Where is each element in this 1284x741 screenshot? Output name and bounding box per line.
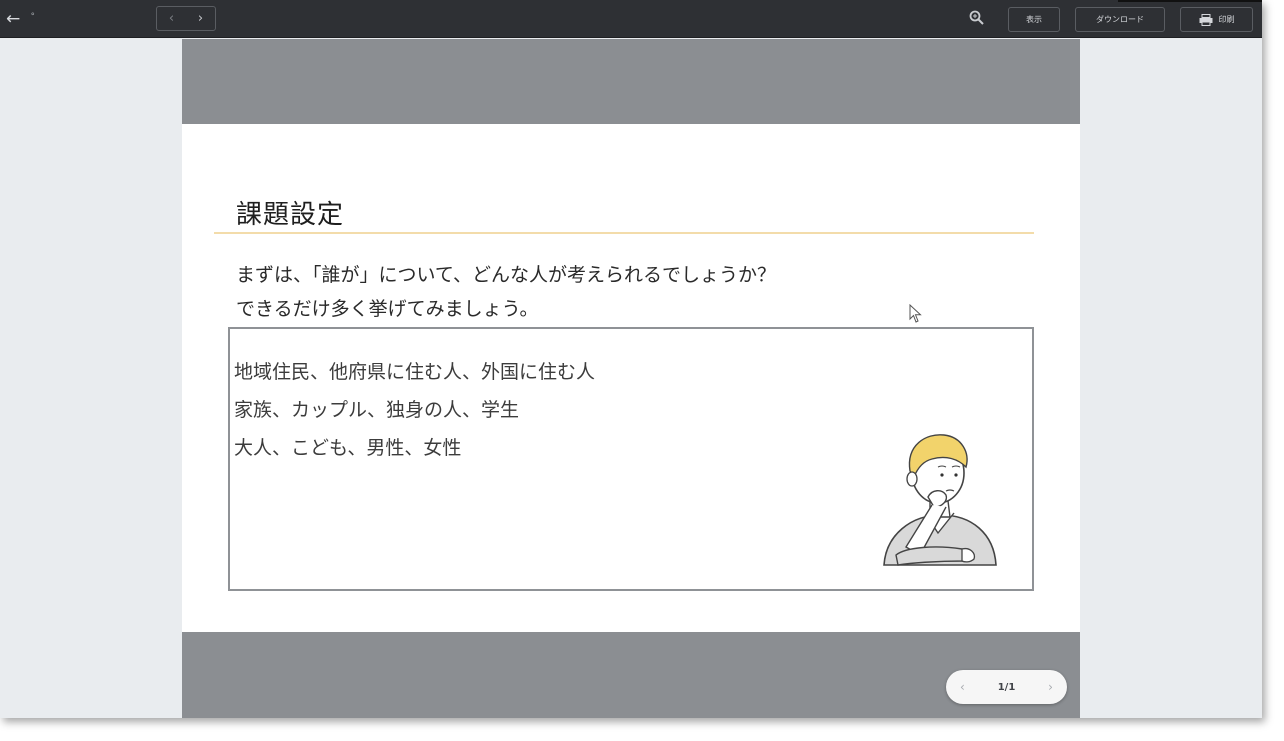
answer-box: 地域住民、他府県に住む人、外国に住む人 家族、カップル、独身の人、学生 大人、こ…	[228, 327, 1034, 591]
question-line-1: まずは、「誰が」について、どんな人が考えられるでしょうか？	[236, 264, 776, 286]
toolbar-edge	[1118, 0, 1262, 2]
question-line-2: できるだけ多く挙げてみましょう。	[236, 298, 539, 320]
answer-list: 地域住民、他府県に住む人、外国に住む人 家族、カップル、独身の人、学生 大人、こ…	[234, 353, 595, 467]
back-arrow-icon: ←	[6, 9, 21, 29]
page-number: 1/1	[997, 681, 1016, 693]
mouse-cursor-icon	[909, 304, 922, 323]
zoom-button[interactable]	[968, 9, 986, 27]
slide-title: 課題設定	[236, 200, 345, 230]
viewer-window: ← ˚ ‹ › 表示 ダウンロード 印刷 課題設定 まずは、「誰が」について、ど…	[0, 0, 1262, 718]
prev-page-button[interactable]: ‹	[169, 7, 174, 30]
show-button[interactable]: 表示	[1008, 7, 1060, 32]
thinking-person-illustration	[883, 434, 997, 566]
download-button[interactable]: ダウンロード	[1075, 7, 1165, 32]
pager-prev-button[interactable]: ‹	[960, 680, 965, 694]
printer-icon	[1199, 13, 1212, 26]
title-divider	[214, 232, 1034, 234]
answer-line-1: 地域住民、他府県に住む人、外国に住む人	[234, 361, 596, 383]
print-button[interactable]: 印刷	[1180, 7, 1253, 32]
answer-line-2: 家族、カップル、独身の人、学生	[234, 399, 520, 421]
print-label: 印刷	[1218, 15, 1235, 24]
dot-icon: ˚	[30, 13, 36, 24]
viewer-gutter-bottom	[182, 632, 1080, 718]
page-indicator: ‹ 1/1 ›	[946, 670, 1067, 704]
page-nav: ‹ ›	[156, 6, 216, 31]
viewer-gutter-top	[182, 39, 1080, 124]
back-button[interactable]: ← ˚	[6, 8, 46, 30]
question-text: まずは、「誰が」について、どんな人が考えられるでしょうか？ できるだけ多く挙げて…	[236, 258, 856, 326]
magnifier-icon	[969, 10, 984, 25]
answer-line-3: 大人、こども、男性、女性	[234, 437, 462, 459]
slide-page: 課題設定 まずは、「誰が」について、どんな人が考えられるでしょうか？ できるだけ…	[182, 124, 1080, 632]
toolbar: ← ˚ ‹ › 表示 ダウンロード 印刷	[0, 0, 1262, 38]
pager-next-button[interactable]: ›	[1048, 680, 1053, 694]
next-page-button[interactable]: ›	[198, 7, 203, 30]
